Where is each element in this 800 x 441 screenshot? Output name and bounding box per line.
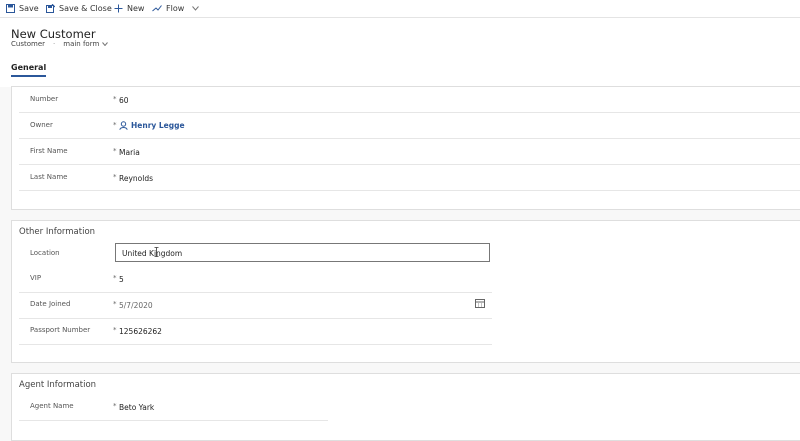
agent-information-section: Agent Information Agent Name * Beto Yark (11, 373, 800, 441)
required-mark: * (113, 300, 117, 308)
page-title: New Customer (11, 27, 96, 41)
last-name-row: Last Name * Reynolds (19, 165, 800, 191)
entity-name: Customer (11, 40, 46, 48)
number-label: Number (30, 95, 59, 103)
number-row: Number * 60 (19, 87, 800, 113)
required-mark: * (113, 402, 117, 410)
owner-link[interactable]: Henry Legge (131, 121, 185, 130)
form-name: main form (63, 40, 100, 48)
last-name-label: Last Name (30, 173, 68, 181)
section-title: Other Information (19, 227, 96, 237)
first-name-label: First Name (30, 147, 68, 155)
chevron-down-icon (102, 42, 109, 46)
separator-icon: · (53, 40, 56, 48)
location-input[interactable]: United Kingdom (115, 243, 490, 262)
agent-name-field[interactable]: Beto Yark (119, 403, 154, 412)
location-label: Location (30, 249, 60, 257)
form-header (0, 18, 800, 87)
first-name-row: First Name * Maria (19, 139, 800, 165)
section-title: Agent Information (19, 380, 97, 390)
passport-label: Passport Number (30, 326, 91, 334)
flow-button[interactable]: Flow (152, 3, 200, 14)
required-mark: * (113, 274, 117, 282)
save-close-button[interactable]: Save & Close (46, 3, 112, 14)
save-label: Save (19, 4, 39, 13)
flow-icon (152, 5, 162, 12)
vip-label: VIP (30, 274, 42, 282)
save-button[interactable]: Save (6, 3, 39, 14)
flow-label: Flow (166, 4, 185, 13)
new-label: New (127, 4, 145, 13)
owner-row: Owner * Henry Legge (19, 113, 800, 139)
location-row: Location United Kingdom (19, 242, 492, 267)
breadcrumb: Customer · main form (11, 40, 109, 48)
agent-name-row: Agent Name * Beto Yark (19, 395, 328, 421)
last-name-field[interactable]: Reynolds (119, 174, 153, 183)
date-joined-row: Date Joined * 5/7/2020 (19, 293, 492, 319)
agent-name-label: Agent Name (30, 402, 74, 410)
date-joined-label: Date Joined (30, 300, 71, 308)
required-mark: * (113, 95, 117, 103)
date-joined-field[interactable]: 5/7/2020 (119, 301, 153, 310)
new-button[interactable]: New (114, 3, 144, 14)
required-mark: * (113, 147, 117, 155)
vip-field[interactable]: 5 (119, 275, 124, 284)
person-icon (119, 121, 128, 130)
save-close-label: Save & Close (59, 4, 112, 13)
form-selector[interactable]: main form (63, 40, 109, 48)
plus-icon (114, 4, 123, 13)
first-name-field[interactable]: Maria (119, 148, 140, 157)
command-bar: Save Save & Close New Flow (0, 0, 800, 18)
owner-label: Owner (30, 121, 53, 129)
other-information-section: Other Information Location United Kingdo… (11, 220, 800, 363)
passport-field[interactable]: 125626262 (119, 327, 162, 336)
tab-general[interactable]: General (11, 63, 47, 77)
number-field[interactable]: 60 (119, 96, 129, 105)
required-mark: * (113, 326, 117, 334)
text-cursor-icon (154, 247, 159, 257)
owner-field[interactable]: Henry Legge (119, 121, 185, 130)
required-mark: * (113, 121, 117, 129)
chevron-down-icon (192, 6, 200, 11)
save-icon (6, 4, 15, 13)
required-mark: * (113, 173, 117, 181)
passport-row: Passport Number * 125626262 (19, 319, 492, 345)
general-section: Number * 60 Owner * Henry Legge First Na… (11, 86, 800, 210)
save-close-icon (46, 4, 55, 13)
vip-row: VIP * 5 (19, 267, 492, 293)
calendar-icon[interactable] (475, 299, 485, 308)
location-value: United Kingdom (122, 249, 183, 258)
